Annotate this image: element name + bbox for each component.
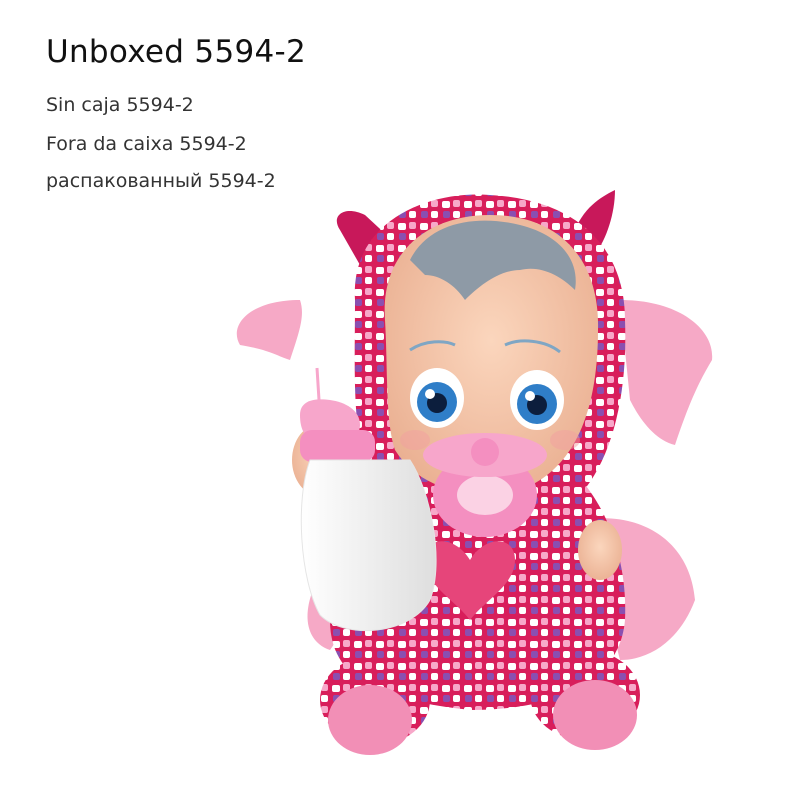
right-hand — [578, 520, 622, 580]
left-eye — [410, 368, 464, 428]
right-eye — [510, 370, 564, 430]
left-wing — [236, 300, 302, 360]
doll-photo — [236, 190, 713, 755]
